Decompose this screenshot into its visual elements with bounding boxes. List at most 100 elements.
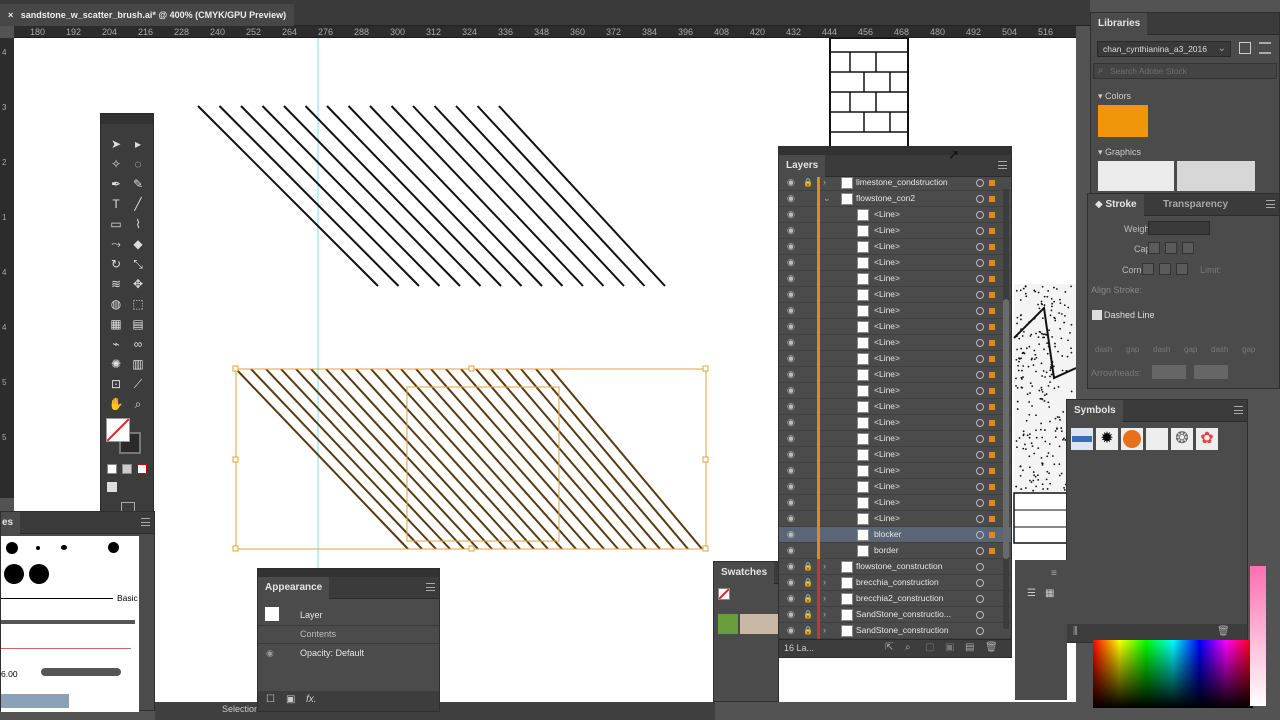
brush-dot[interactable] — [108, 542, 119, 553]
hatch-line[interactable] — [505, 368, 661, 550]
selection-indicator[interactable] — [989, 324, 995, 330]
visibility-eye-icon[interactable]: ◉ — [787, 241, 797, 251]
stock-search-input[interactable]: ⌕ Search Adobe Stock — [1093, 63, 1277, 79]
layer-row[interactable]: ◉ <Line> — [779, 495, 1011, 511]
hatch-line[interactable] — [369, 105, 543, 287]
visibility-eye-icon[interactable]: ◉ — [787, 545, 797, 555]
hand-tool-icon[interactable]: ✋ — [107, 396, 125, 412]
layer-row[interactable]: ◉ 🔒 › limestone_condstruction — [779, 177, 1011, 191]
selection-indicator[interactable] — [989, 404, 995, 410]
brushes-tab[interactable]: es — [1, 512, 21, 534]
visibility-eye-icon[interactable]: ◉ — [787, 625, 797, 635]
lock-empty-icon[interactable] — [803, 546, 811, 555]
panel-menu-icon[interactable] — [998, 161, 1007, 169]
symbol-orange-ball[interactable] — [1121, 428, 1143, 450]
trash-icon[interactable]: 🗑 — [1217, 626, 1230, 637]
target-icon[interactable] — [976, 515, 984, 523]
target-icon[interactable] — [976, 531, 984, 539]
layer-row[interactable]: ◉ <Line> — [779, 447, 1011, 463]
lock-empty-icon[interactable] — [803, 386, 811, 395]
none-mode-icon[interactable] — [137, 464, 147, 474]
projecting-cap-button[interactable] — [1182, 242, 1194, 254]
visibility-eye-icon[interactable]: ◉ — [787, 609, 797, 619]
appearance-panel-grip[interactable] — [258, 569, 439, 577]
target-icon[interactable] — [976, 547, 984, 555]
target-icon[interactable] — [976, 323, 984, 331]
layer-name[interactable]: <Line> — [874, 257, 900, 267]
visibility-eye-icon[interactable]: ◉ — [787, 257, 797, 267]
lock-empty-icon[interactable] — [803, 274, 811, 283]
target-icon[interactable] — [976, 451, 984, 459]
gradient-tool-icon[interactable]: ▤ — [129, 316, 147, 332]
target-icon[interactable] — [976, 195, 984, 203]
visibility-eye-icon[interactable]: ◉ — [787, 225, 797, 235]
rectangle-tool-icon[interactable]: ▭ — [107, 216, 125, 232]
lock-empty-icon[interactable] — [803, 514, 811, 523]
selection-indicator[interactable] — [989, 276, 995, 282]
layer-list[interactable]: ◉ 🔒 › limestone_condstruction ◉ ⌄ flowstone_co… — [779, 177, 1011, 639]
mesh-tool-icon[interactable]: ▦ — [107, 316, 125, 332]
hatch-line[interactable] — [498, 105, 666, 287]
lock-empty-icon[interactable] — [803, 258, 811, 267]
blend-tool-icon[interactable]: ∞ — [129, 336, 147, 352]
selection-indicator[interactable] — [989, 244, 995, 250]
lock-empty-icon[interactable] — [803, 322, 811, 331]
selection-indicator[interactable] — [989, 212, 995, 218]
slice-tool-icon[interactable]: ⟋ — [129, 376, 147, 392]
paintbrush-tool-icon[interactable]: ⌇ — [129, 216, 147, 232]
layer-name[interactable]: <Line> — [874, 305, 900, 315]
selection-indicator[interactable] — [989, 484, 995, 490]
hatch-line[interactable] — [550, 368, 703, 550]
layers-scroll-thumb[interactable] — [1003, 299, 1009, 559]
target-icon[interactable] — [976, 611, 984, 619]
visibility-eye-icon[interactable]: ◉ — [787, 369, 797, 379]
eyedropper-tool-icon[interactable]: ⌁ — [107, 336, 125, 352]
layer-name[interactable]: <Line> — [874, 401, 900, 411]
graphic-thumbnail[interactable] — [1177, 161, 1255, 191]
brush-dot[interactable] — [4, 564, 24, 584]
symbol-sprayer-tool-icon[interactable]: ✺ — [107, 356, 125, 372]
layer-name[interactable]: <Line> — [874, 497, 900, 507]
brush-list[interactable]: Basic 6.00 — [1, 536, 139, 712]
layer-row[interactable]: ◉ <Line> — [779, 271, 1011, 287]
dashed-line-checkbox[interactable] — [1092, 310, 1102, 320]
layer-row[interactable]: ◉ 🔒 › brecchia2_construction — [779, 591, 1011, 607]
target-icon[interactable] — [976, 419, 984, 427]
layer-row[interactable]: ◉ <Line> — [779, 399, 1011, 415]
selection-indicator[interactable] — [989, 516, 995, 522]
shaper-tool-icon[interactable]: ⤳ — [107, 236, 125, 252]
layer-name[interactable]: SandStone_construction — [856, 625, 949, 635]
layer-row[interactable]: ◉ <Line> — [779, 319, 1011, 335]
lock-empty-icon[interactable] — [803, 498, 811, 507]
brush-dot[interactable] — [36, 546, 40, 550]
target-icon[interactable] — [976, 563, 984, 571]
magic-wand-tool-icon[interactable]: ✧ — [107, 156, 125, 172]
stroke-tab[interactable]: ◆ Stroke — [1088, 194, 1144, 216]
hatch-line[interactable] — [412, 105, 584, 287]
visibility-eye-icon[interactable]: ◉ — [787, 577, 797, 587]
symbol-splat[interactable]: ✹ — [1096, 428, 1118, 450]
panel-menu-icon[interactable] — [426, 583, 435, 591]
panel-menu-icon[interactable] — [1234, 406, 1243, 414]
selection-indicator[interactable] — [989, 468, 995, 474]
layer-row[interactable]: ◉ 🔒 › flowstone_construction — [779, 559, 1011, 575]
layer-name[interactable]: <Line> — [874, 225, 900, 235]
selection-indicator[interactable] — [989, 532, 995, 538]
bevel-join-button[interactable] — [1176, 263, 1188, 275]
layer-row[interactable]: ◉ <Line> — [779, 479, 1011, 495]
grid-view-icon[interactable]: ▦ — [1045, 588, 1054, 599]
opacity-label[interactable]: Opacity: Default — [300, 648, 364, 658]
visibility-eye-icon[interactable]: ◉ — [787, 321, 797, 331]
layer-name[interactable]: <Line> — [874, 337, 900, 347]
layer-row[interactable]: ◉ <Line> — [779, 239, 1011, 255]
colors-section-label[interactable]: ▾ Colors — [1098, 91, 1131, 102]
column-graph-tool-icon[interactable]: ▥ — [129, 356, 147, 372]
visibility-eye-icon[interactable]: ◉ — [787, 385, 797, 395]
selection-tool-icon[interactable]: ➤ — [107, 136, 125, 152]
target-icon[interactable] — [976, 387, 984, 395]
symbol-flower[interactable]: ✿ — [1196, 428, 1218, 450]
layer-name[interactable]: <Line> — [874, 417, 900, 427]
layer-name[interactable]: flowstone_con2 — [856, 193, 915, 203]
visibility-eye-icon[interactable]: ◉ — [787, 289, 797, 299]
close-icon[interactable]: × — [8, 10, 13, 20]
